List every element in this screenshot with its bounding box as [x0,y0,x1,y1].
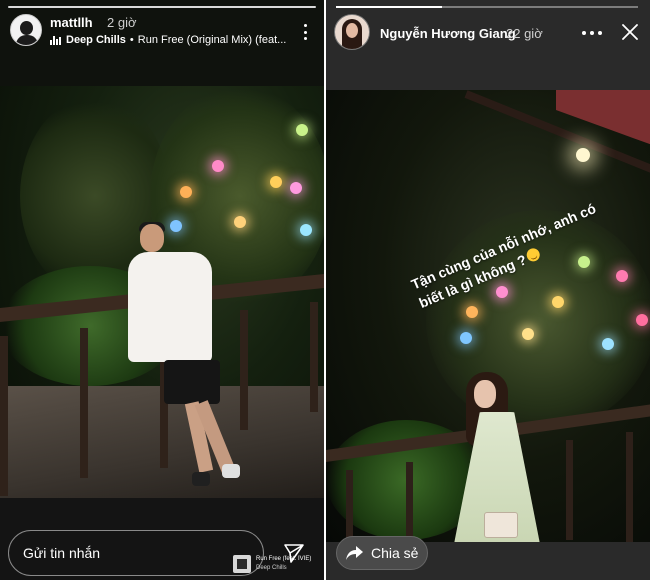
left-username[interactable]: mattllh [50,15,93,30]
close-icon[interactable] [622,24,638,40]
share-arrow-icon [346,546,363,560]
message-input[interactable]: Gửi tin nhắn [8,530,264,576]
left-story-photo [0,86,324,498]
left-post-time: 2 giờ [107,15,137,30]
left-story-header: mattllh 2 giờ Deep Chills • Run Free (Or… [0,0,324,86]
music-separator: • [129,34,134,46]
right-story-photo: Tận cùng của nỗi nhớ, anh có biết là gì … [326,90,650,542]
share-button[interactable]: Chia sẻ [336,536,428,570]
right-user-avatar[interactable] [334,14,370,50]
more-horizontal-icon[interactable] [582,28,602,38]
smile-emoji-icon [524,246,542,264]
message-input-placeholder: Gửi tin nhắn [23,545,101,561]
right-story-progress-fill [336,6,442,8]
left-music-attribution[interactable]: Deep Chills • Run Free (Original Mix) (f… [50,32,286,48]
right-story: Tận cùng của nỗi nhớ, anh có biết là gì … [326,0,650,580]
send-icon[interactable] [283,542,305,564]
mini-player-artist: Deep Chills [256,565,287,571]
right-story-progress-bar [336,6,638,8]
music-artist: Deep Chills [66,34,126,46]
left-user-avatar[interactable] [10,14,42,46]
mini-player-cover[interactable] [233,555,251,573]
left-story: mattllh 2 giờ Deep Chills • Run Free (Or… [0,0,324,580]
music-track: Run Free (Original Mix) (feat... [137,34,287,46]
share-button-label: Chia sẻ [371,545,419,561]
left-story-progress-bar [8,6,316,8]
right-story-header: Nguyễn Hương Giang 22 giờ [326,0,650,90]
music-bars-icon [50,35,61,45]
more-vertical-icon[interactable] [298,22,312,42]
right-username[interactable]: Nguyễn Hương Giang [380,26,516,41]
right-post-time: 22 giờ [506,26,543,41]
